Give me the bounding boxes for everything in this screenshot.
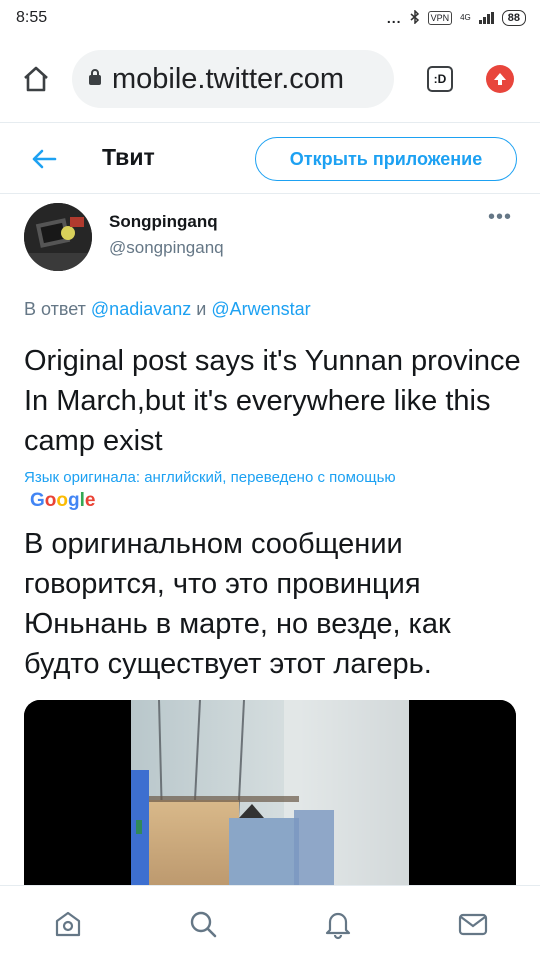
- reply-to-line: В ответ @nadiavanz и @Arwenstar: [24, 299, 311, 320]
- reply-mention-link[interactable]: @Arwenstar: [211, 299, 310, 319]
- browser-toolbar: mobile.twitter.com :D: [0, 36, 540, 122]
- bottom-navigation: [0, 885, 540, 960]
- signal-icon: [478, 12, 494, 24]
- search-icon: [190, 911, 216, 937]
- status-icons: ... VPN 4G 88: [386, 8, 526, 27]
- home-button[interactable]: [14, 57, 58, 101]
- back-arrow-icon: [32, 149, 57, 169]
- page-title: Твит: [102, 144, 155, 170]
- video-thumbnail: [24, 700, 516, 900]
- author-handle[interactable]: @songpinganq: [109, 238, 224, 258]
- tabs-button[interactable]: :D: [420, 59, 460, 99]
- more-options-icon[interactable]: •••: [488, 206, 512, 229]
- nav-home[interactable]: [38, 894, 98, 954]
- reply-mention-link[interactable]: @nadiavanz: [91, 299, 191, 319]
- lock-icon: [88, 68, 102, 91]
- screen: 8:55 ... VPN 4G 88 mobile.twitter.com :D: [0, 0, 540, 960]
- author-name[interactable]: Songpinganq: [109, 212, 218, 232]
- battery-indicator: 88: [501, 10, 526, 26]
- google-logo: Google: [30, 490, 96, 511]
- tweet-media-video[interactable]: [24, 700, 516, 900]
- bluetooth-icon: [410, 8, 420, 27]
- nav-messages[interactable]: [443, 894, 503, 954]
- update-button[interactable]: [480, 59, 520, 99]
- messages-icon: [458, 913, 487, 935]
- tabs-icon: :D: [427, 66, 453, 92]
- reply-and: и: [196, 299, 207, 319]
- status-bar: 8:55 ... VPN 4G 88: [0, 0, 540, 36]
- translated-text: В оригинальном сообщении говорится, что …: [24, 528, 451, 680]
- network-label: 4G: [460, 13, 471, 22]
- tweet-text: Original post says it's Yunnan province …: [24, 345, 521, 457]
- open-app-button[interactable]: Открыть приложение: [255, 137, 517, 181]
- twitter-header: Твит Открыть приложение: [0, 122, 540, 194]
- status-dots: ...: [386, 10, 402, 26]
- nav-notifications[interactable]: [308, 894, 368, 954]
- browser-home-icon: [24, 66, 48, 92]
- address-bar[interactable]: mobile.twitter.com: [72, 50, 394, 108]
- translation-note[interactable]: Язык оригинала: английский, переведено с…: [24, 469, 396, 486]
- vpn-badge: VPN: [427, 11, 453, 25]
- back-button[interactable]: [30, 145, 58, 173]
- nav-search[interactable]: [173, 894, 233, 954]
- reply-prefix: В ответ: [24, 299, 86, 319]
- avatar[interactable]: [24, 203, 92, 271]
- home-icon: [55, 911, 80, 936]
- url-text: mobile.twitter.com: [112, 62, 345, 95]
- update-arrow-icon: [486, 65, 514, 93]
- notifications-icon: [325, 912, 350, 939]
- status-time: 8:55: [16, 9, 48, 26]
